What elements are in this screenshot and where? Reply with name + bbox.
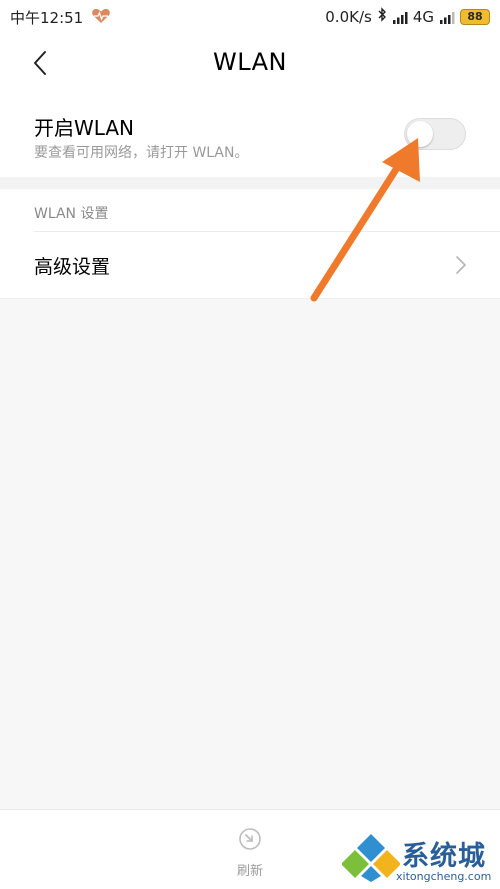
watermark-logo-icon <box>342 834 400 882</box>
wlan-toggle-label: 开启WLAN <box>34 116 135 140</box>
status-bar: 中午12:51 0.0K/s 4G 88 <box>0 0 500 34</box>
network-speed: 0.0K/s <box>325 7 372 26</box>
wlan-settings-section: WLAN 设置 高级设置 <box>0 189 500 299</box>
refresh-label: 刷新 <box>236 864 263 879</box>
wlan-settings-screen: 中午12:51 0.0K/s 4G 88 WLAN 开启WLAN 要查看可用网络… <box>0 0 500 889</box>
refresh-icon <box>239 828 261 850</box>
header-bar: WLAN <box>0 34 500 93</box>
wlan-settings-header: WLAN 设置 <box>34 206 109 222</box>
signal-strength-icon-2 <box>439 10 455 24</box>
wlan-switch-knob <box>407 121 433 147</box>
bluetooth-icon <box>377 7 387 26</box>
status-time: 中午12:51 <box>10 9 84 27</box>
watermark-text: 系统城 <box>402 841 486 872</box>
advanced-settings-item[interactable]: 高级设置 <box>0 232 500 298</box>
wlan-toggle-hint: 要查看可用网络，请打开 WLAN。 <box>34 145 249 161</box>
battery-indicator: 88 <box>460 8 490 25</box>
watermark-url: xitongcheng.com <box>396 870 492 883</box>
status-left: 中午12:51 <box>10 7 111 28</box>
section-gap <box>0 177 500 189</box>
signal-strength-icon <box>392 10 408 24</box>
site-watermark: 系统城 xitongcheng.com <box>338 828 500 886</box>
page-title: WLAN <box>212 48 288 76</box>
divider <box>0 298 500 299</box>
wlan-switch[interactable] <box>404 118 466 150</box>
heart-rate-icon <box>91 8 111 28</box>
advanced-settings-label: 高级设置 <box>34 256 111 278</box>
status-right: 0.0K/s 4G 88 <box>325 7 490 26</box>
network-type: 4G <box>412 7 434 26</box>
wlan-toggle-row[interactable]: 开启WLAN 要查看可用网络，请打开 WLAN。 <box>0 92 500 177</box>
refresh-button[interactable]: 刷新 <box>226 826 274 879</box>
chevron-right-icon <box>456 256 466 274</box>
